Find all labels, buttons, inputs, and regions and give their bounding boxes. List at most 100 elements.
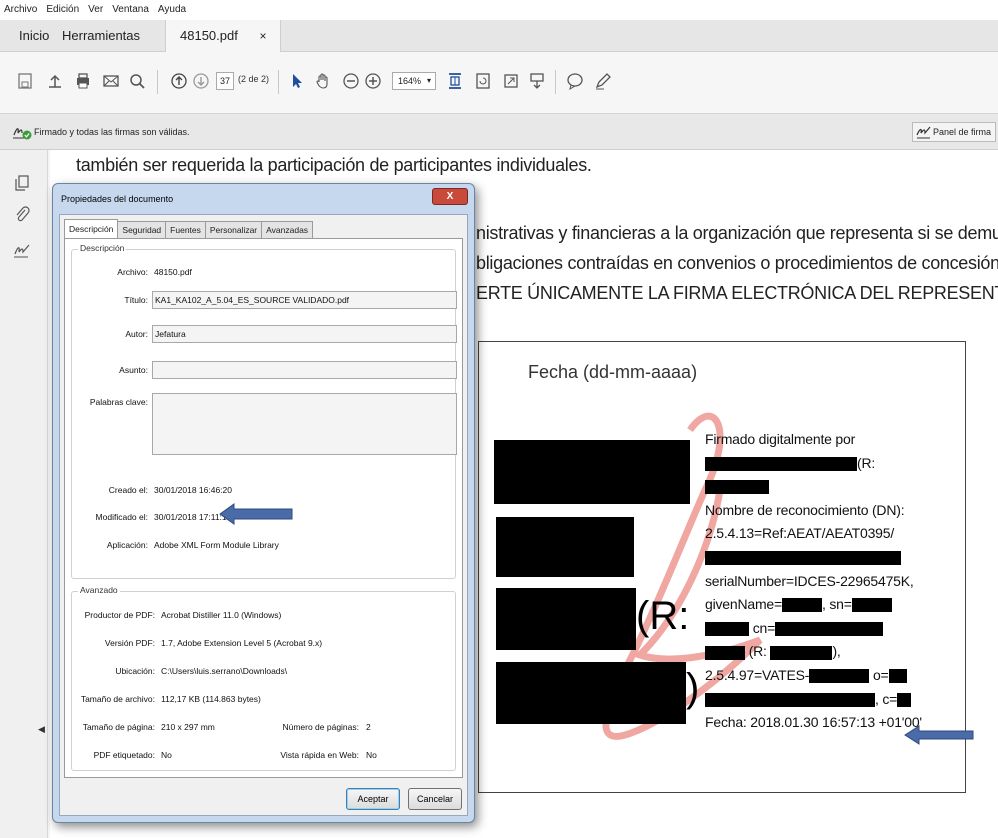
- signer-r-label: (R:: [636, 594, 690, 638]
- redacted-text: [705, 645, 745, 660]
- page-count: (2 de 2): [238, 74, 270, 84]
- file-size-label: Tamaño de archivo:: [80, 694, 155, 704]
- tagged-pdf-label: PDF etiquetado:: [93, 750, 155, 760]
- title-field[interactable]: KA1_KA102_A_5.04_ES_SOURCE VALIDADO.pdf: [152, 291, 457, 309]
- redacted-block: [496, 517, 634, 577]
- cert-line: serialNumber=IDCES-22965475K,: [705, 572, 914, 589]
- redacted-text: [705, 456, 857, 471]
- group-title: Descripción: [78, 243, 127, 253]
- tab-personalizar[interactable]: Personalizar: [204, 221, 263, 239]
- page-count-label: Número de páginas:: [282, 722, 359, 732]
- subject-label: Asunto:: [119, 365, 148, 375]
- tab-descripcion[interactable]: Descripción: [64, 219, 119, 239]
- comment-icon[interactable]: [564, 70, 586, 92]
- keywords-field[interactable]: [152, 393, 457, 455]
- application-value: Adobe XML Form Module Library: [154, 540, 279, 550]
- collapse-arrow-icon[interactable]: ◀: [38, 724, 45, 735]
- zoom-in-icon[interactable]: [362, 70, 384, 92]
- toolbar-separator: [157, 70, 158, 94]
- menu-edicion[interactable]: Edición: [46, 0, 79, 20]
- menu-archivo[interactable]: Archivo: [4, 0, 37, 20]
- rotate-page-icon[interactable]: [472, 70, 494, 92]
- redacted-text: [782, 598, 822, 613]
- tab-avanzadas[interactable]: Avanzadas: [261, 221, 314, 239]
- mail-icon[interactable]: [100, 70, 122, 92]
- application-label: Aplicación:: [106, 540, 148, 550]
- full-screen-icon[interactable]: [500, 70, 522, 92]
- file-size-value: 112,17 KB (114.863 bytes): [161, 694, 261, 704]
- cert-text: 2.5.4.97=VATES-: [705, 666, 810, 683]
- location-value: C:\Users\luis.serrano\Downloads\: [161, 666, 288, 676]
- signature-pen-icon: [916, 126, 931, 139]
- menu-ver[interactable]: Ver: [88, 0, 103, 20]
- tab-seguridad[interactable]: Seguridad: [117, 221, 167, 239]
- dialog-title: Propiedades del documento: [61, 194, 174, 204]
- pen-icon[interactable]: [592, 70, 614, 92]
- tab-document-label: 48150.pdf: [180, 28, 238, 43]
- zoom-out-icon[interactable]: [340, 70, 362, 92]
- tab-bar: Inicio Herramientas 48150.pdf ×: [0, 20, 998, 52]
- dialog-close-button[interactable]: X: [432, 188, 468, 205]
- cert-text: ),: [832, 643, 841, 660]
- document-line: bligaciones contraídas en convenios o pr…: [476, 253, 998, 273]
- signatures-icon[interactable]: [13, 242, 33, 262]
- title-label: Título:: [124, 295, 148, 305]
- close-icon[interactable]: ×: [259, 29, 266, 43]
- page-down-icon[interactable]: [190, 70, 212, 92]
- cert-line: (R: ),: [705, 640, 922, 664]
- save-icon[interactable]: [14, 70, 36, 92]
- left-navigation-rail: ◀: [0, 150, 48, 838]
- fit-page-icon[interactable]: [444, 70, 466, 92]
- signature-status: Firmado y todas las firmas son válidas.: [34, 127, 190, 137]
- search-icon[interactable]: [126, 70, 148, 92]
- document-line: nistrativas y financieras a la organizac…: [476, 223, 998, 243]
- hand-icon[interactable]: [312, 70, 334, 92]
- pdf-version-value: 1.7, Adobe Extension Level 5 (Acrobat 9.…: [161, 638, 323, 648]
- cert-text: o=: [869, 666, 889, 683]
- subject-field[interactable]: [152, 361, 457, 379]
- print-icon[interactable]: [72, 70, 94, 92]
- group-title: Avanzado: [78, 585, 120, 595]
- tab-document[interactable]: 48150.pdf ×: [165, 20, 282, 52]
- toolbar-separator: [555, 70, 556, 94]
- redacted-text: [705, 551, 901, 566]
- cert-line: givenName= , sn=: [705, 593, 922, 617]
- tagged-pdf-value: No: [161, 750, 172, 760]
- signature-panel-label: Panel de firma: [932, 127, 991, 137]
- page-number-input[interactable]: 37: [216, 72, 234, 90]
- cert-line: 2.5.4.97=VATES- o=: [705, 664, 922, 688]
- cert-line: (R:: [705, 452, 922, 476]
- cert-line: Nombre de reconocimiento (DN):: [705, 501, 905, 518]
- cancel-button[interactable]: Cancelar: [408, 788, 462, 810]
- signature-panel-button[interactable]: Panel de firma: [911, 122, 996, 142]
- read-mode-icon[interactable]: [526, 70, 548, 92]
- tab-inicio[interactable]: Inicio: [19, 20, 49, 52]
- cert-line: Firmado digitalmente por: [705, 431, 856, 447]
- document-line: ERTE ÚNICAMENTE LA FIRMA ELECTRÓNICA DEL…: [476, 283, 998, 303]
- page-size-value: 210 x 297 mm: [161, 722, 215, 732]
- upload-icon[interactable]: [44, 70, 66, 92]
- author-field[interactable]: Jefatura: [152, 325, 457, 343]
- redacted-block: [496, 662, 686, 724]
- ok-button[interactable]: Aceptar: [346, 788, 400, 810]
- redacted-text: [705, 480, 769, 495]
- tab-fuentes[interactable]: Fuentes: [165, 221, 206, 239]
- pages-icon[interactable]: [13, 174, 33, 194]
- keywords-label: Palabras clave:: [89, 397, 148, 407]
- select-cursor-icon[interactable]: [286, 70, 308, 92]
- cert-line: 2.5.4.13=Ref:AEAT/AEAT0395/: [705, 525, 895, 542]
- fast-web-view-value: No: [366, 750, 377, 760]
- attachment-icon[interactable]: [13, 206, 33, 226]
- menu-ayuda[interactable]: Ayuda: [158, 0, 186, 20]
- redacted-block: [494, 440, 690, 504]
- toolbar-separator: [278, 70, 279, 94]
- menu-ventana[interactable]: Ventana: [112, 0, 149, 20]
- page-up-icon[interactable]: [168, 70, 190, 92]
- redacted-text: [809, 669, 870, 684]
- tab-herramientas[interactable]: Herramientas: [62, 20, 140, 52]
- redacted-block: [496, 588, 636, 650]
- document-properties-dialog: Propiedades del documento X Descripción …: [52, 183, 475, 823]
- cert-text: givenName=: [705, 596, 782, 613]
- zoom-select[interactable]: 164% ▾: [392, 72, 436, 90]
- pdf-producer-label: Productor de PDF:: [84, 610, 155, 620]
